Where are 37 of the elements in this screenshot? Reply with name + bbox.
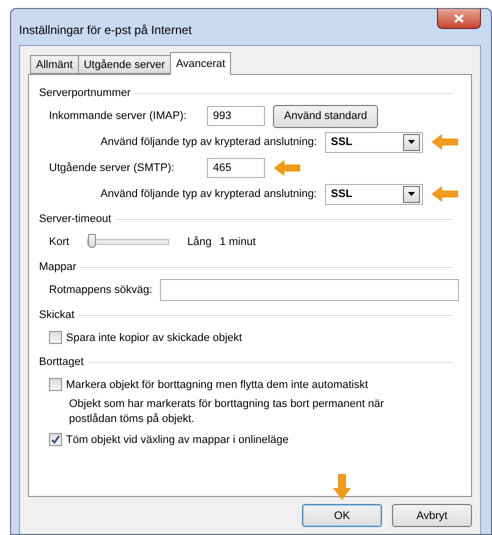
checkbox[interactable] [49, 331, 62, 344]
field-label: Rotmappens sökväg: [49, 284, 152, 296]
checkbox-label: Spara inte kopior av skickade objekt [66, 332, 242, 344]
window-title: Inställningar för e-pst på Internet [19, 23, 192, 37]
slider-min-label: Kort [49, 236, 70, 248]
port-field[interactable]: 993 [207, 106, 265, 126]
root-folder-field[interactable] [160, 279, 459, 301]
checkbox[interactable] [49, 378, 62, 391]
section-title: Mappar [39, 261, 76, 273]
tab[interactable]: Utgående server [78, 55, 172, 74]
field-label: Använd följande typ av krypterad anslutning: [99, 188, 317, 200]
dialog-button[interactable]: Avbryt [392, 504, 472, 527]
section-title: Serverportnummer [39, 87, 131, 99]
checkbox[interactable] [49, 433, 62, 446]
encryption-dropdown[interactable]: SSL [324, 132, 424, 152]
close-button[interactable] [437, 9, 481, 29]
checkbox-label: Töm objekt vid växling av mappar i onlineläge [66, 434, 289, 446]
tab[interactable]: Avancerat [170, 52, 232, 75]
slider-max-label: Lång [187, 236, 212, 248]
note-text: Objekt som har markerats för borttagning tas bort permanent när postlådan töms på objekt. [68, 397, 385, 427]
tab[interactable]: Allmänt [30, 55, 79, 74]
field-label: Utgående server (SMTP): [49, 162, 176, 174]
section-title: Skickat [39, 309, 74, 321]
field-label: Använd följande typ av krypterad anslutning: [99, 136, 317, 148]
use-default-button[interactable]: Använd standard [273, 104, 378, 128]
caret-icon [408, 192, 416, 196]
encryption-dropdown[interactable]: SSL [324, 184, 424, 204]
port-field[interactable]: 465 [207, 158, 265, 178]
checkbox-label: Markera objekt för borttagning men flytta dem inte automatiskt [66, 378, 368, 390]
dialog-button[interactable]: OK [302, 504, 382, 527]
close-icon [454, 14, 464, 23]
section-title: Borttaget [39, 356, 84, 368]
section-title: Server-timeout [39, 213, 112, 225]
caret-icon [408, 140, 416, 144]
timeout-reading: 1 minut [220, 236, 256, 248]
slider-thumb[interactable] [88, 234, 96, 248]
field-label: Inkommande server (IMAP): [49, 110, 188, 122]
